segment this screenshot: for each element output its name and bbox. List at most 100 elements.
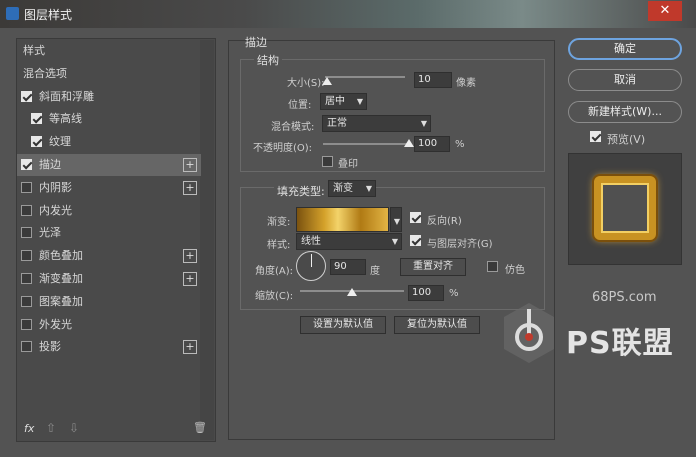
gradient-picker-button[interactable]: ▼ <box>390 207 402 232</box>
opacity-label: 不透明度(O): <box>253 143 313 154</box>
effect-label: 混合选项 <box>23 66 67 80</box>
structure-title: 结构 <box>254 52 282 68</box>
effect-label: 渐变叠加 <box>39 272 83 285</box>
set-default-button[interactable]: 设置为默认值 <box>300 316 386 334</box>
style-value: 线性 <box>301 236 321 247</box>
add-effect-icon[interactable]: + <box>183 340 197 355</box>
effect-label: 纹理 <box>49 135 71 149</box>
angle-needle <box>311 254 312 267</box>
add-effect-icon[interactable]: + <box>183 272 197 286</box>
fill-type-select[interactable]: 渐变 ▼ <box>328 180 376 197</box>
effect-item[interactable]: 纹理 <box>17 131 201 153</box>
overprint-checkbox[interactable] <box>322 156 333 167</box>
effect-checkbox[interactable] <box>21 227 32 239</box>
effect-checkbox[interactable] <box>21 250 32 262</box>
opacity-input[interactable]: 100 <box>414 136 450 152</box>
preview-label: 预览(V) <box>607 133 646 146</box>
chevron-down-icon: ▼ <box>356 97 363 106</box>
fx-icon[interactable]: fx <box>24 422 34 435</box>
preview-thumbnail <box>568 153 682 265</box>
effect-checkbox[interactable] <box>21 295 32 307</box>
reverse-checkbox[interactable] <box>410 212 421 223</box>
overprint-label: 叠印 <box>338 159 358 170</box>
effect-item[interactable]: 光泽 <box>17 222 201 244</box>
angle-label: 角度(A): <box>255 266 294 277</box>
add-effect-icon[interactable]: + <box>183 249 197 264</box>
position-value: 居中 <box>325 96 345 107</box>
effect-item[interactable]: 混合选项 <box>17 63 201 85</box>
angle-input[interactable]: 90 <box>330 259 366 275</box>
scale-input[interactable]: 100 <box>408 285 444 301</box>
effect-checkbox[interactable] <box>31 113 42 125</box>
effect-checkbox[interactable] <box>21 204 32 216</box>
add-effect-icon[interactable]: + <box>183 180 197 195</box>
effect-label: 颜色叠加 <box>39 249 83 263</box>
reset-default-button[interactable]: 复位为默认值 <box>394 316 480 334</box>
photoshop-icon <box>6 7 19 20</box>
size-input[interactable]: 10 <box>414 72 452 88</box>
effect-checkbox[interactable] <box>21 273 32 284</box>
close-button[interactable]: ✕ <box>648 1 682 21</box>
reverse-label: 反向(R) <box>427 216 462 227</box>
effect-checkbox[interactable] <box>21 90 32 102</box>
preview-checkbox[interactable] <box>590 131 601 142</box>
blend-mode-select[interactable]: 正常 ▼ <box>322 115 431 132</box>
window-title: 图层样式 <box>24 8 73 22</box>
effect-label: 图案叠加 <box>39 294 83 308</box>
scale-label: 缩放(C): <box>255 291 294 302</box>
cancel-button[interactable]: 取消 <box>568 69 682 91</box>
effects-items: 样式混合选项斜面和浮雕等高线纹理描边 + 内阴影 + 内发光光泽颜色叠加 + 渐变叠加 + 图案… <box>17 40 201 400</box>
position-select[interactable]: 居中 ▼ <box>320 93 367 110</box>
effects-scrollbar[interactable] <box>200 40 214 440</box>
effect-item[interactable]: 颜色叠加 + <box>17 245 201 267</box>
angle-dial[interactable] <box>296 251 326 281</box>
gradient-label: 渐变: <box>267 217 291 228</box>
dither-label: 仿色 <box>505 265 525 276</box>
effect-item[interactable]: 投影 + <box>17 336 201 358</box>
reset-alignment-button[interactable]: 重置对齐 <box>400 258 466 276</box>
effect-checkbox[interactable] <box>21 341 32 353</box>
effect-item[interactable]: 描边 + <box>17 154 201 176</box>
dither-checkbox[interactable] <box>487 261 498 272</box>
opacity-slider[interactable] <box>323 143 409 145</box>
effect-label: 内发光 <box>39 203 72 217</box>
ok-button[interactable]: 确定 <box>568 38 682 60</box>
effect-item[interactable]: 斜面和浮雕 <box>17 86 201 108</box>
stroke-section-title: 描边 <box>245 36 267 49</box>
effects-footer: fx ⇧ ⇩ 🗑 <box>17 419 215 441</box>
chevron-down-icon: ▼ <box>420 119 427 128</box>
new-style-button[interactable]: 新建样式(W)... <box>568 101 682 123</box>
size-slider-thumb[interactable] <box>322 77 333 85</box>
watermark-brand: PS联盟 <box>566 326 674 361</box>
style-select[interactable]: 线性 ▼ <box>296 233 402 250</box>
effect-checkbox[interactable] <box>21 181 32 193</box>
align-with-layer-checkbox[interactable] <box>410 235 421 246</box>
effect-item[interactable]: 外发光 <box>17 314 201 336</box>
angle-unit: 度 <box>370 266 380 277</box>
effect-item[interactable]: 等高线 <box>17 108 201 130</box>
chevron-down-icon: ▼ <box>391 237 398 246</box>
effect-checkbox[interactable] <box>21 159 32 170</box>
blend-mode-value: 正常 <box>327 118 347 129</box>
trash-icon[interactable]: 🗑 <box>193 421 207 434</box>
gradient-swatch[interactable] <box>296 207 389 232</box>
blend-mode-label: 混合模式: <box>271 122 315 133</box>
move-up-icon[interactable]: ⇧ <box>46 421 56 435</box>
effect-checkbox[interactable] <box>31 136 42 148</box>
effect-item[interactable]: 渐变叠加 + <box>17 268 201 290</box>
effect-item[interactable]: 内发光 <box>17 200 201 222</box>
title-bar <box>0 0 696 28</box>
effect-checkbox[interactable] <box>21 318 32 330</box>
scale-slider-thumb[interactable] <box>347 288 357 296</box>
chevron-down-icon: ▼ <box>393 217 400 226</box>
opacity-slider-thumb[interactable] <box>404 139 414 147</box>
size-slider[interactable] <box>325 76 405 78</box>
move-down-icon[interactable]: ⇩ <box>69 421 79 435</box>
add-effect-icon[interactable]: + <box>183 158 197 172</box>
effect-label: 斜面和浮雕 <box>39 89 94 103</box>
align-with-layer-label: 与图层对齐(G) <box>427 239 493 250</box>
effect-item[interactable]: 内阴影 + <box>17 177 201 199</box>
gold-frame-preview <box>594 176 656 240</box>
effect-item[interactable]: 样式 <box>17 40 201 62</box>
effect-item[interactable]: 图案叠加 <box>17 291 201 313</box>
